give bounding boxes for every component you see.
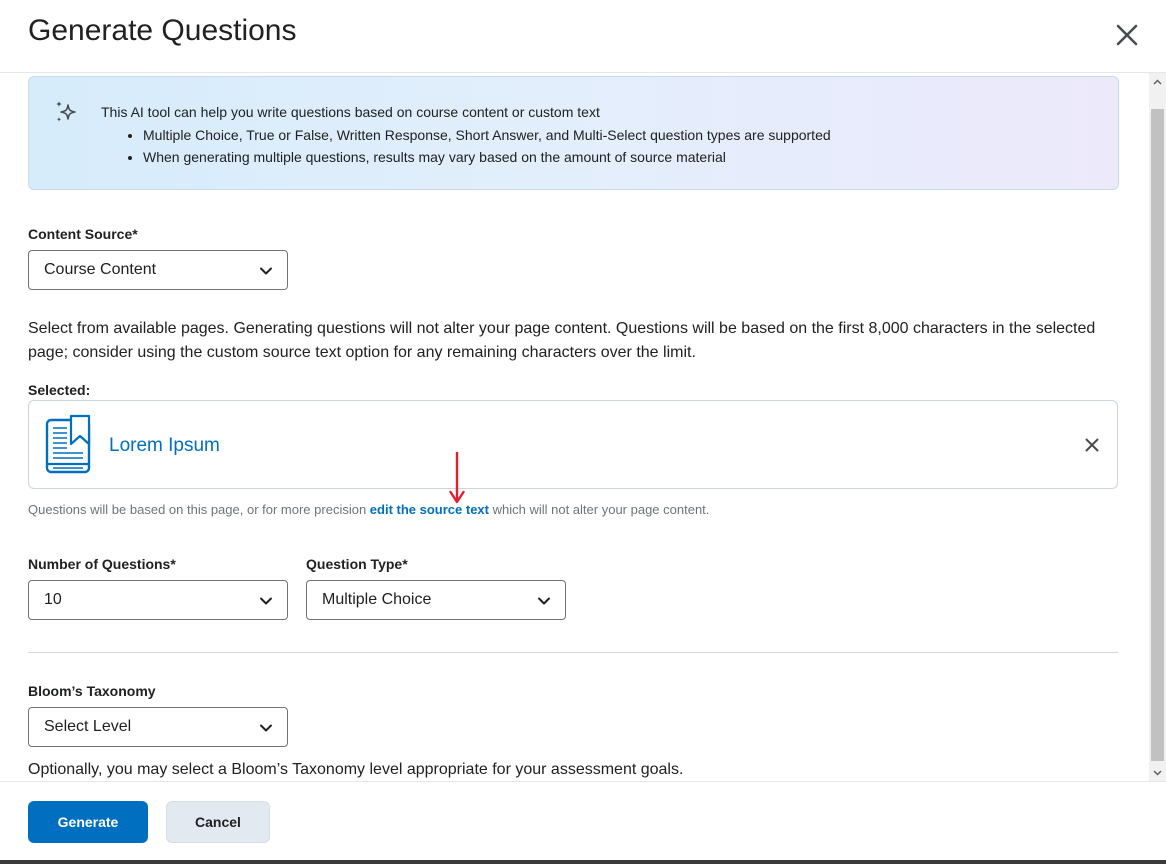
num-questions-label: Number of Questions* [28,556,176,572]
blooms-taxonomy-help: Optionally, you may select a Bloom’s Tax… [28,761,684,778]
selected-page-link[interactable]: Lorem Ipsum [109,435,220,457]
annotation-arrow-icon [449,452,465,504]
sparkle-icon [56,101,76,122]
scroll-up-button[interactable] [1149,73,1166,90]
dialog-body: This AI tool can help you write question… [0,73,1149,781]
close-icon [1116,24,1138,46]
window-bottom-edge [0,860,1166,864]
scroll-down-button[interactable] [1149,764,1166,781]
close-icon [1085,438,1099,452]
chevron-down-icon [260,267,272,275]
blooms-taxonomy-label: Bloom’s Taxonomy [28,683,156,699]
blooms-taxonomy-select[interactable]: Select Level [28,707,288,747]
close-dialog-button[interactable] [1110,18,1144,52]
num-questions-value: 10 [44,591,62,608]
question-type-select[interactable]: Multiple Choice [306,580,566,620]
chevron-down-icon [538,597,550,605]
dialog-footer: Generate Cancel [0,781,1166,864]
edit-source-text-link[interactable]: edit the source text [370,502,489,517]
body-scrollbar[interactable] [1149,73,1166,781]
scrollbar-thumb[interactable] [1151,109,1164,761]
content-source-label: Content Source* [28,226,138,242]
dialog-header: Generate Questions [0,0,1166,73]
question-type-label: Question Type* [306,556,408,572]
ai-info-intro: This AI tool can help you write question… [101,104,600,120]
helper-text-after: which will not alter your page content. [489,502,710,517]
selected-label: Selected: [28,382,91,398]
remove-selected-button[interactable] [1081,434,1103,456]
info-bullet: Multiple Choice, True or False, Written … [143,124,831,146]
cancel-button[interactable]: Cancel [166,801,270,843]
num-questions-select[interactable]: 10 [28,580,288,620]
info-bullet: When generating multiple questions, resu… [143,146,831,168]
content-source-value: Course Content [44,261,157,278]
dialog-title: Generate Questions [28,14,297,47]
chevron-down-icon [260,724,272,732]
ai-info-text: This AI tool can help you write question… [101,104,831,168]
generate-questions-dialog: Generate Questions This AI tool can help… [0,0,1166,864]
question-type-value: Multiple Choice [322,591,432,608]
chevron-down-icon [260,597,272,605]
book-icon [45,414,91,474]
generate-button[interactable]: Generate [28,801,148,843]
blooms-taxonomy-value: Select Level [44,718,132,735]
helper-text-before: Questions will be based on this page, or… [28,502,370,517]
ai-info-bullets: Multiple Choice, True or False, Written … [101,124,831,168]
ai-info-banner: This AI tool can help you write question… [28,76,1119,190]
source-helper-text: Questions will be based on this page, or… [28,502,709,517]
chevron-down-icon [1153,769,1162,776]
content-source-description: Select from available pages. Generating … [28,320,1096,361]
selected-page-card: Lorem Ipsum [28,400,1118,489]
chevron-up-icon [1153,78,1162,85]
content-source-select[interactable]: Course Content [28,250,288,290]
section-divider [28,652,1118,653]
